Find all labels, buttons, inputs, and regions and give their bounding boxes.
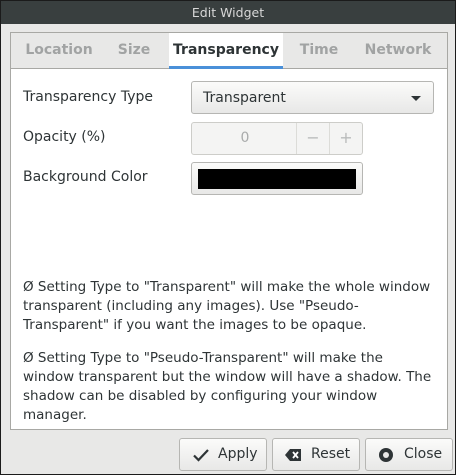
transparency-type-label: Transparency Type xyxy=(23,89,153,105)
edit-widget-dialog: Edit Widget Location Size Transparency T… xyxy=(0,0,456,475)
apply-button-label: Apply xyxy=(218,446,258,462)
close-circle-icon xyxy=(379,448,393,462)
tab-location[interactable]: Location xyxy=(11,33,107,68)
pseudo-transparent-note: Ø Setting Type to "Pseudo-Transparent" w… xyxy=(23,350,432,423)
opacity-value[interactable]: 0 xyxy=(192,130,298,146)
reset-button[interactable]: Reset xyxy=(272,438,360,471)
close-button[interactable]: Close xyxy=(365,438,453,471)
background-color-label: Background Color xyxy=(23,169,148,185)
opacity-increment-button[interactable]: + xyxy=(329,123,362,154)
background-color-swatch xyxy=(198,169,356,189)
reset-button-label: Reset xyxy=(311,446,351,462)
tab-size[interactable]: Size xyxy=(107,33,161,68)
background-color-button[interactable] xyxy=(191,162,363,195)
transparency-type-value: Transparent xyxy=(203,90,286,106)
transparency-type-combo[interactable]: Transparent xyxy=(191,81,434,114)
transparent-note: Ø Setting Type to "Transparent" will mak… xyxy=(23,279,431,333)
close-button-label: Close xyxy=(404,446,443,462)
settings-notebook: Location Size Transparency Time Network … xyxy=(10,32,448,430)
opacity-label: Opacity (%) xyxy=(23,129,106,145)
chevron-down-icon xyxy=(411,96,421,101)
apply-button[interactable]: Apply xyxy=(179,438,267,471)
opacity-spinbutton[interactable]: 0 − + xyxy=(191,122,363,155)
backspace-clear-icon xyxy=(285,449,301,461)
tab-bar: Location Size Transparency Time Network xyxy=(11,33,447,69)
tab-transparency[interactable]: Transparency xyxy=(169,33,283,69)
checkmark-icon xyxy=(193,449,209,462)
tab-network[interactable]: Network xyxy=(357,33,439,68)
tab-time[interactable]: Time xyxy=(291,33,347,68)
opacity-decrement-button[interactable]: − xyxy=(296,123,329,154)
window-title: Edit Widget xyxy=(1,1,455,24)
